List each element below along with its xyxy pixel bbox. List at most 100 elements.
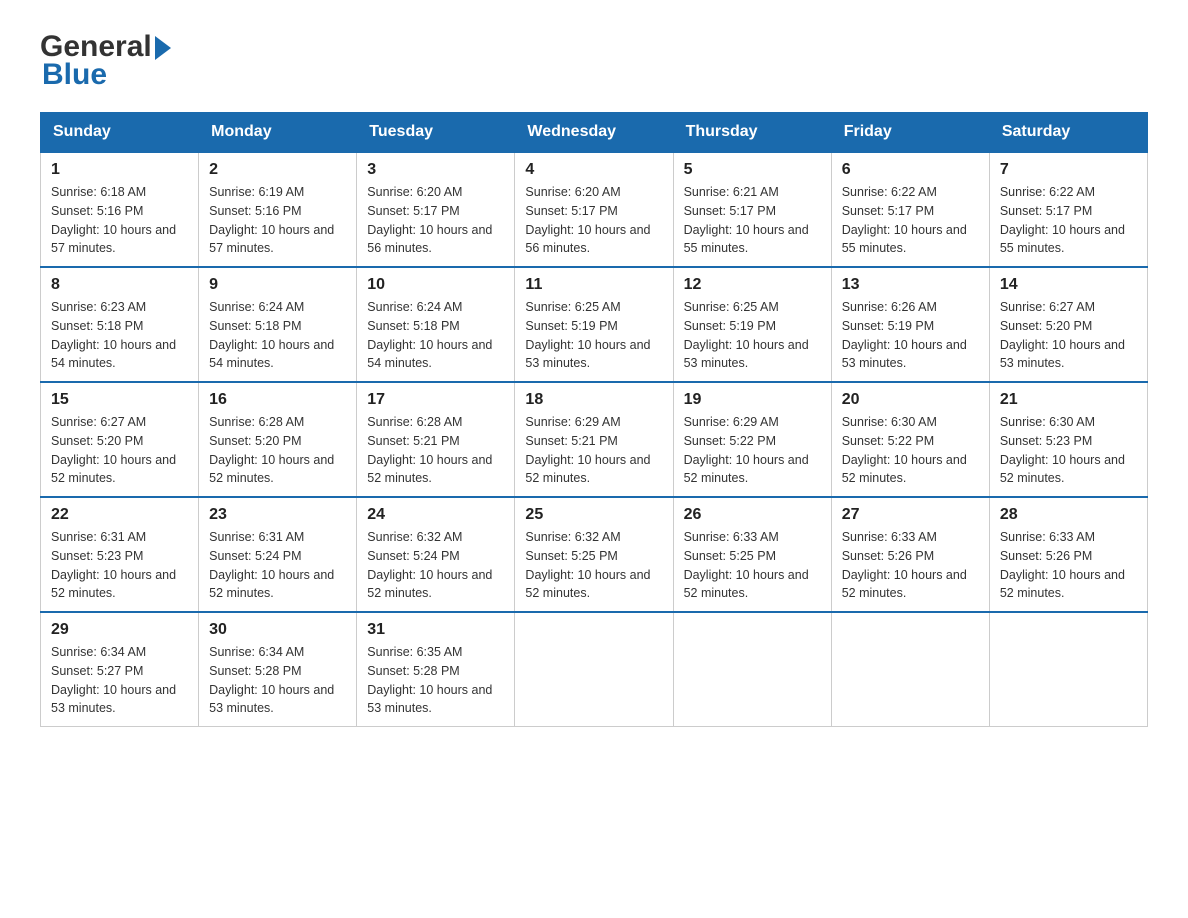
- day-info: Sunrise: 6:32 AMSunset: 5:25 PMDaylight:…: [525, 528, 662, 603]
- calendar-cell: 21 Sunrise: 6:30 AMSunset: 5:23 PMDaylig…: [989, 382, 1147, 497]
- day-info: Sunrise: 6:30 AMSunset: 5:22 PMDaylight:…: [842, 413, 979, 488]
- day-info: Sunrise: 6:25 AMSunset: 5:19 PMDaylight:…: [525, 298, 662, 373]
- calendar-cell: [831, 612, 989, 727]
- day-number: 2: [209, 161, 346, 179]
- day-info: Sunrise: 6:35 AMSunset: 5:28 PMDaylight:…: [367, 643, 504, 718]
- day-number: 17: [367, 391, 504, 409]
- day-number: 8: [51, 276, 188, 294]
- day-number: 30: [209, 621, 346, 639]
- day-info: Sunrise: 6:34 AMSunset: 5:28 PMDaylight:…: [209, 643, 346, 718]
- day-info: Sunrise: 6:28 AMSunset: 5:21 PMDaylight:…: [367, 413, 504, 488]
- calendar-cell: 30 Sunrise: 6:34 AMSunset: 5:28 PMDaylig…: [199, 612, 357, 727]
- calendar-table: SundayMondayTuesdayWednesdayThursdayFrid…: [40, 112, 1148, 727]
- calendar-cell: [515, 612, 673, 727]
- calendar-cell: 9 Sunrise: 6:24 AMSunset: 5:18 PMDayligh…: [199, 267, 357, 382]
- calendar-cell: 29 Sunrise: 6:34 AMSunset: 5:27 PMDaylig…: [41, 612, 199, 727]
- calendar-cell: 16 Sunrise: 6:28 AMSunset: 5:20 PMDaylig…: [199, 382, 357, 497]
- day-number: 19: [684, 391, 821, 409]
- calendar-cell: 4 Sunrise: 6:20 AMSunset: 5:17 PMDayligh…: [515, 152, 673, 267]
- day-info: Sunrise: 6:31 AMSunset: 5:23 PMDaylight:…: [51, 528, 188, 603]
- day-info: Sunrise: 6:31 AMSunset: 5:24 PMDaylight:…: [209, 528, 346, 603]
- calendar-cell: 17 Sunrise: 6:28 AMSunset: 5:21 PMDaylig…: [357, 382, 515, 497]
- day-number: 24: [367, 506, 504, 524]
- day-info: Sunrise: 6:24 AMSunset: 5:18 PMDaylight:…: [209, 298, 346, 373]
- calendar-cell: 2 Sunrise: 6:19 AMSunset: 5:16 PMDayligh…: [199, 152, 357, 267]
- calendar-cell: [989, 612, 1147, 727]
- calendar-cell: 13 Sunrise: 6:26 AMSunset: 5:19 PMDaylig…: [831, 267, 989, 382]
- day-info: Sunrise: 6:23 AMSunset: 5:18 PMDaylight:…: [51, 298, 188, 373]
- calendar-cell: 28 Sunrise: 6:33 AMSunset: 5:26 PMDaylig…: [989, 497, 1147, 612]
- day-number: 3: [367, 161, 504, 179]
- calendar-cell: 11 Sunrise: 6:25 AMSunset: 5:19 PMDaylig…: [515, 267, 673, 382]
- day-number: 1: [51, 161, 188, 179]
- day-info: Sunrise: 6:20 AMSunset: 5:17 PMDaylight:…: [367, 183, 504, 258]
- calendar-cell: 20 Sunrise: 6:30 AMSunset: 5:22 PMDaylig…: [831, 382, 989, 497]
- calendar-cell: 3 Sunrise: 6:20 AMSunset: 5:17 PMDayligh…: [357, 152, 515, 267]
- calendar-cell: 14 Sunrise: 6:27 AMSunset: 5:20 PMDaylig…: [989, 267, 1147, 382]
- day-number: 13: [842, 276, 979, 294]
- day-number: 26: [684, 506, 821, 524]
- day-number: 10: [367, 276, 504, 294]
- day-number: 28: [1000, 506, 1137, 524]
- calendar-cell: 10 Sunrise: 6:24 AMSunset: 5:18 PMDaylig…: [357, 267, 515, 382]
- day-number: 12: [684, 276, 821, 294]
- day-number: 25: [525, 506, 662, 524]
- day-info: Sunrise: 6:34 AMSunset: 5:27 PMDaylight:…: [51, 643, 188, 718]
- header-wednesday: Wednesday: [515, 113, 673, 153]
- day-info: Sunrise: 6:27 AMSunset: 5:20 PMDaylight:…: [51, 413, 188, 488]
- day-number: 5: [684, 161, 821, 179]
- day-number: 31: [367, 621, 504, 639]
- day-info: Sunrise: 6:30 AMSunset: 5:23 PMDaylight:…: [1000, 413, 1137, 488]
- calendar-week-5: 29 Sunrise: 6:34 AMSunset: 5:27 PMDaylig…: [41, 612, 1148, 727]
- day-number: 21: [1000, 391, 1137, 409]
- page-header: General Blue: [40, 30, 1148, 92]
- day-info: Sunrise: 6:20 AMSunset: 5:17 PMDaylight:…: [525, 183, 662, 258]
- calendar-cell: 7 Sunrise: 6:22 AMSunset: 5:17 PMDayligh…: [989, 152, 1147, 267]
- calendar-cell: 8 Sunrise: 6:23 AMSunset: 5:18 PMDayligh…: [41, 267, 199, 382]
- calendar-cell: 22 Sunrise: 6:31 AMSunset: 5:23 PMDaylig…: [41, 497, 199, 612]
- day-info: Sunrise: 6:33 AMSunset: 5:25 PMDaylight:…: [684, 528, 821, 603]
- calendar-cell: 24 Sunrise: 6:32 AMSunset: 5:24 PMDaylig…: [357, 497, 515, 612]
- calendar-cell: 27 Sunrise: 6:33 AMSunset: 5:26 PMDaylig…: [831, 497, 989, 612]
- day-info: Sunrise: 6:33 AMSunset: 5:26 PMDaylight:…: [1000, 528, 1137, 603]
- day-number: 14: [1000, 276, 1137, 294]
- day-info: Sunrise: 6:27 AMSunset: 5:20 PMDaylight:…: [1000, 298, 1137, 373]
- day-info: Sunrise: 6:26 AMSunset: 5:19 PMDaylight:…: [842, 298, 979, 373]
- day-number: 11: [525, 276, 662, 294]
- day-info: Sunrise: 6:33 AMSunset: 5:26 PMDaylight:…: [842, 528, 979, 603]
- logo: General Blue: [40, 30, 174, 92]
- header-monday: Monday: [199, 113, 357, 153]
- calendar-cell: 5 Sunrise: 6:21 AMSunset: 5:17 PMDayligh…: [673, 152, 831, 267]
- day-number: 29: [51, 621, 188, 639]
- day-number: 20: [842, 391, 979, 409]
- day-info: Sunrise: 6:25 AMSunset: 5:19 PMDaylight:…: [684, 298, 821, 373]
- day-info: Sunrise: 6:22 AMSunset: 5:17 PMDaylight:…: [842, 183, 979, 258]
- day-number: 6: [842, 161, 979, 179]
- header-tuesday: Tuesday: [357, 113, 515, 153]
- calendar-cell: 31 Sunrise: 6:35 AMSunset: 5:28 PMDaylig…: [357, 612, 515, 727]
- day-info: Sunrise: 6:28 AMSunset: 5:20 PMDaylight:…: [209, 413, 346, 488]
- day-info: Sunrise: 6:32 AMSunset: 5:24 PMDaylight:…: [367, 528, 504, 603]
- day-number: 22: [51, 506, 188, 524]
- day-info: Sunrise: 6:18 AMSunset: 5:16 PMDaylight:…: [51, 183, 188, 258]
- calendar-week-2: 8 Sunrise: 6:23 AMSunset: 5:18 PMDayligh…: [41, 267, 1148, 382]
- day-info: Sunrise: 6:21 AMSunset: 5:17 PMDaylight:…: [684, 183, 821, 258]
- calendar-week-4: 22 Sunrise: 6:31 AMSunset: 5:23 PMDaylig…: [41, 497, 1148, 612]
- day-info: Sunrise: 6:22 AMSunset: 5:17 PMDaylight:…: [1000, 183, 1137, 258]
- day-number: 18: [525, 391, 662, 409]
- day-info: Sunrise: 6:29 AMSunset: 5:22 PMDaylight:…: [684, 413, 821, 488]
- day-number: 4: [525, 161, 662, 179]
- day-number: 23: [209, 506, 346, 524]
- day-info: Sunrise: 6:29 AMSunset: 5:21 PMDaylight:…: [525, 413, 662, 488]
- header-friday: Friday: [831, 113, 989, 153]
- calendar-cell: 18 Sunrise: 6:29 AMSunset: 5:21 PMDaylig…: [515, 382, 673, 497]
- calendar-cell: [673, 612, 831, 727]
- day-info: Sunrise: 6:19 AMSunset: 5:16 PMDaylight:…: [209, 183, 346, 258]
- calendar-cell: 1 Sunrise: 6:18 AMSunset: 5:16 PMDayligh…: [41, 152, 199, 267]
- calendar-week-3: 15 Sunrise: 6:27 AMSunset: 5:20 PMDaylig…: [41, 382, 1148, 497]
- calendar-cell: 19 Sunrise: 6:29 AMSunset: 5:22 PMDaylig…: [673, 382, 831, 497]
- day-number: 16: [209, 391, 346, 409]
- calendar-cell: 6 Sunrise: 6:22 AMSunset: 5:17 PMDayligh…: [831, 152, 989, 267]
- logo-triangle-icon: [155, 36, 171, 60]
- calendar-cell: 15 Sunrise: 6:27 AMSunset: 5:20 PMDaylig…: [41, 382, 199, 497]
